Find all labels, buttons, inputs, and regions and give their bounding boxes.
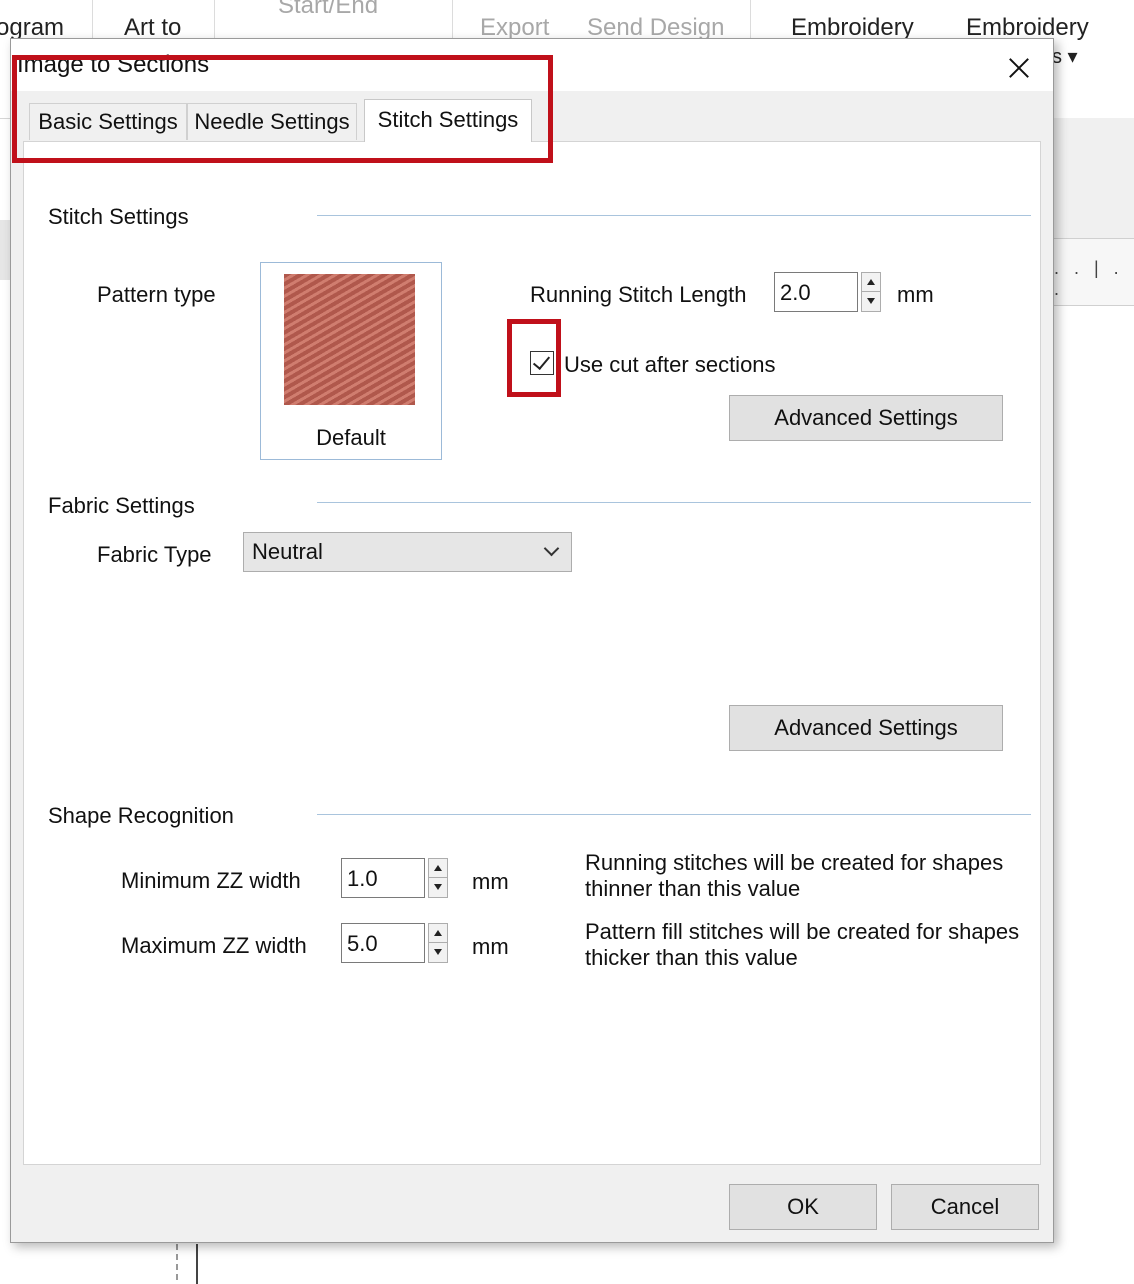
section-title-shape-recognition: Shape Recognition [48,803,234,828]
chevron-down-icon [543,540,560,557]
spin-up-icon[interactable] [862,273,880,292]
fabric-type-value: Neutral [252,539,323,564]
section-divider [317,814,1031,815]
min-zz-width-help: Running stitches will be created for sha… [585,850,1003,902]
cancel-button[interactable]: Cancel [891,1184,1039,1230]
app-toolbar-strip [1052,118,1134,238]
canvas-guide-dashed [176,1244,178,1280]
highlight-checkbox-annotation [507,319,561,397]
section-title-stitch-settings: Stitch Settings [48,204,189,229]
pattern-type-picker[interactable]: Default [260,262,442,460]
tab-panel-stitch-settings: Stitch Settings Pattern type Default Run… [23,141,1041,1165]
running-stitch-length-input[interactable]: 2.0 [774,272,858,312]
min-zz-width-spinner[interactable] [428,858,448,898]
image-to-sections-dialog: Image to Sections Basic Settings Needle … [10,38,1054,1243]
max-zz-width-unit: mm [472,934,509,959]
fabric-advanced-settings-button[interactable]: Advanced Settings [729,705,1003,751]
section-divider [317,502,1031,503]
stitch-advanced-settings-button[interactable]: Advanced Settings [729,395,1003,441]
max-zz-width-label: Maximum ZZ width [121,933,307,958]
close-icon[interactable] [991,45,1047,89]
min-zz-width-input[interactable]: 1.0 [341,858,425,898]
pattern-type-label: Pattern type [97,282,216,307]
fabric-type-label: Fabric Type [97,542,212,567]
min-zz-help-line-2: thinner than this value [585,876,801,901]
use-cut-label[interactable]: Use cut after sections [564,352,776,378]
spin-down-icon[interactable] [862,292,880,311]
section-title-fabric-settings: Fabric Settings [48,493,195,518]
min-zz-width-unit: mm [472,869,509,894]
ribbon-dropdown-suffix[interactable]: s ▾ [1052,44,1078,69]
ok-button[interactable]: OK [729,1184,877,1230]
ruler-marks: . . | . . [1054,258,1124,299]
running-stitch-unit: mm [897,282,934,307]
pattern-swatch [284,274,415,405]
max-zz-help-line-1: Pattern fill stitches will be created fo… [585,919,1020,944]
spin-up-icon[interactable] [429,924,447,943]
section-divider [317,215,1031,216]
min-zz-help-line-1: Running stitches will be created for sha… [585,850,1004,875]
spin-down-icon[interactable] [429,943,447,962]
highlight-tabs-annotation [12,55,553,163]
max-zz-width-input[interactable]: 5.0 [341,923,425,963]
canvas-guide-line [196,1244,198,1284]
spin-up-icon[interactable] [429,859,447,878]
min-zz-width-label: Minimum ZZ width [121,868,301,893]
max-zz-width-spinner[interactable] [428,923,448,963]
spin-down-icon[interactable] [429,878,447,897]
running-stitch-length-label: Running Stitch Length [530,282,747,307]
fabric-type-select[interactable]: Neutral [243,532,572,572]
ribbon-item-start-end[interactable]: Start/End [278,0,378,20]
max-zz-width-help: Pattern fill stitches will be created fo… [585,919,1019,971]
max-zz-help-line-2: thicker than this value [585,945,798,970]
pattern-name: Default [316,425,386,450]
running-stitch-length-spinner[interactable] [861,272,881,312]
